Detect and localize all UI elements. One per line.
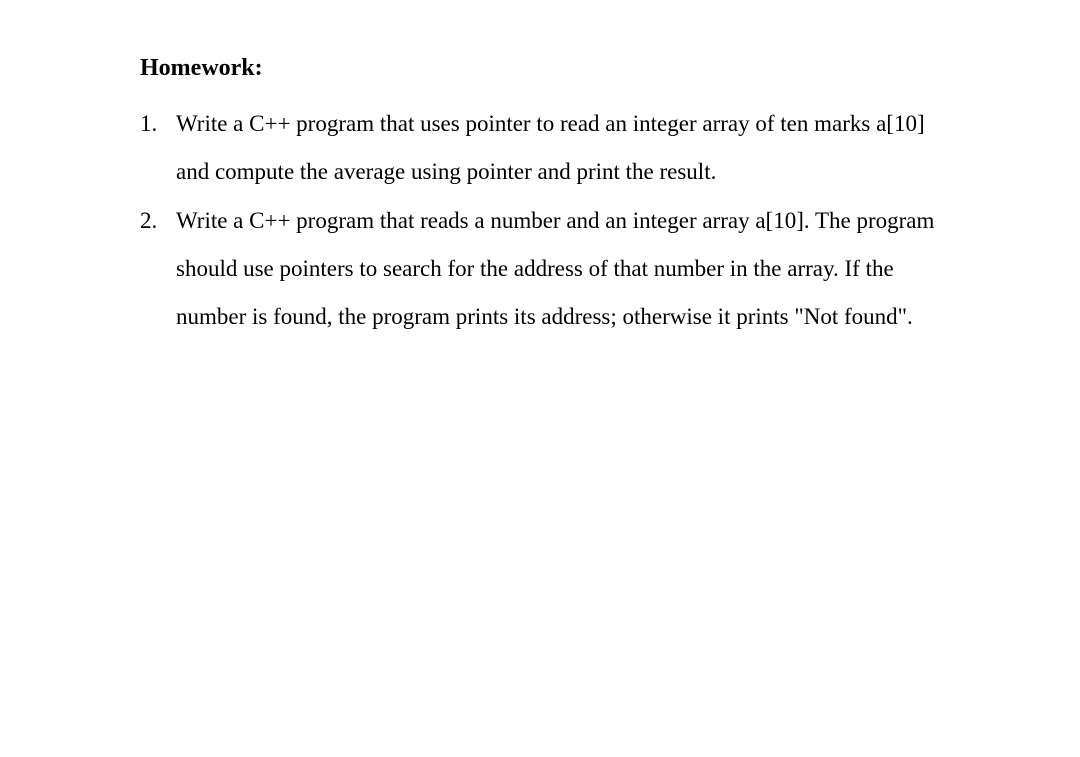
list-item: Write a C++ program that uses pointer to…: [140, 100, 950, 197]
homework-heading: Homework:: [140, 55, 950, 82]
homework-list: Write a C++ program that uses pointer to…: [140, 100, 950, 341]
list-item: Write a C++ program that reads a number …: [140, 197, 950, 342]
